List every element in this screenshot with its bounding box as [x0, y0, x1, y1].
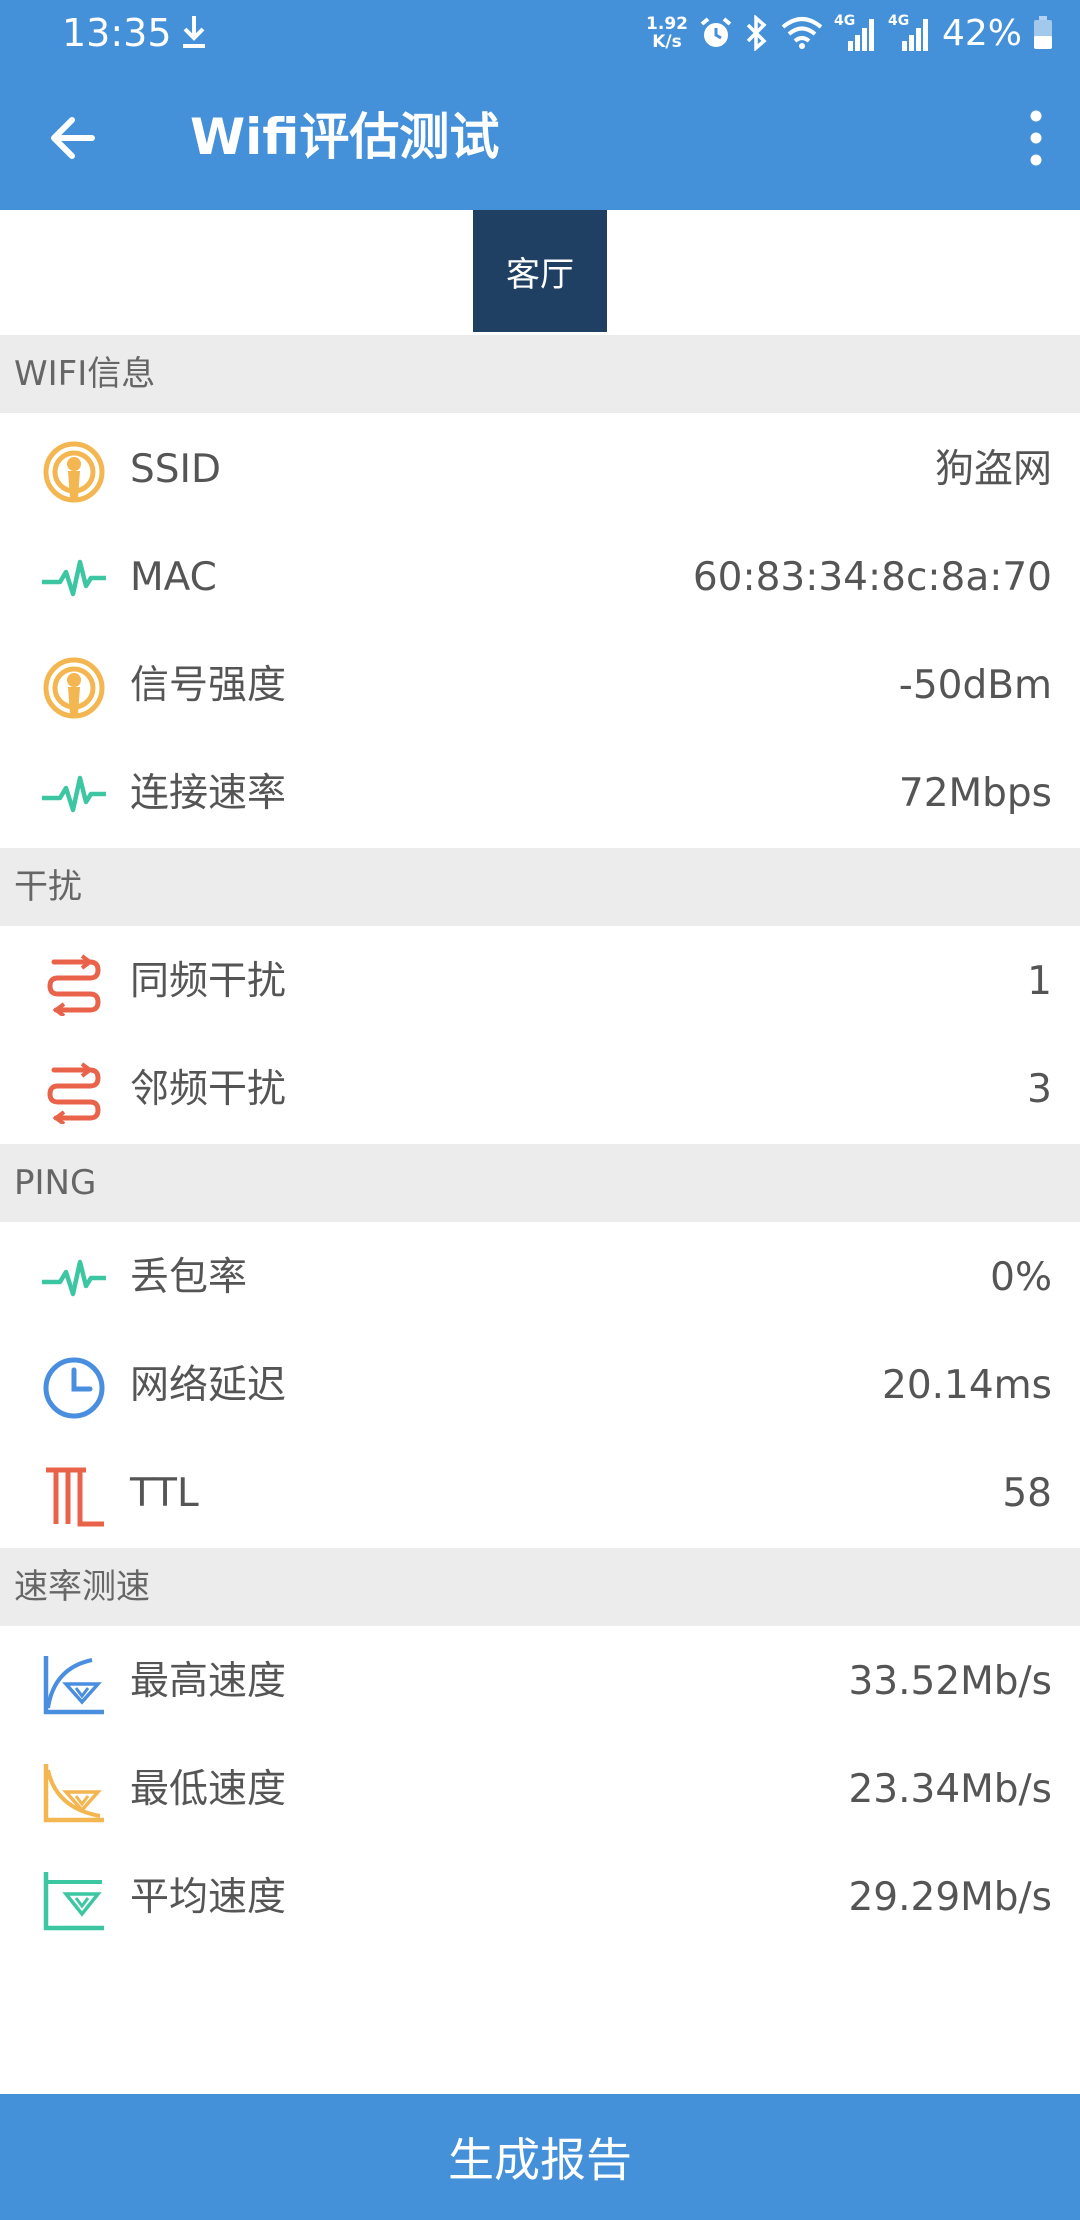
pulse-icon	[42, 1259, 106, 1297]
row-label: 信号强度	[130, 663, 287, 708]
clock-icon	[43, 1357, 105, 1419]
section-header-ping: PING	[0, 1144, 1080, 1222]
wifi-icon	[781, 17, 823, 49]
app-bar: Wifi评估测试	[0, 66, 1080, 210]
info-row-packet-loss: 丢包率 0%	[0, 1224, 1080, 1332]
info-row-signal-strength: 信号强度 -50dBm	[0, 632, 1080, 740]
battery-icon	[1034, 16, 1052, 49]
interference-icon	[47, 954, 101, 1016]
info-row-latency: 网络延迟 20.14ms	[0, 1332, 1080, 1440]
section-title: 速率测速	[14, 1567, 150, 1607]
battery-percent: 42%	[941, 12, 1022, 54]
row-label: TTL	[130, 1471, 199, 1516]
row-value: 29.29Mb/s	[848, 1875, 1052, 1920]
status-time: 13:35	[62, 11, 172, 55]
section-title: WIFI信息	[14, 354, 156, 394]
row-value: 72Mbps	[898, 771, 1052, 816]
page-title: Wifi评估测试	[190, 108, 500, 166]
row-label: 平均速度	[130, 1875, 287, 1920]
row-value: 1	[1027, 959, 1052, 1004]
more-options-icon[interactable]	[1016, 106, 1056, 170]
info-row-adjacent-channel: 邻频干扰 3	[0, 1036, 1080, 1144]
info-row-min-speed: 最低速度 23.34Mb/s	[0, 1736, 1080, 1844]
download-icon	[183, 16, 205, 48]
row-label: 邻频干扰	[130, 1067, 287, 1112]
section-title: PING	[14, 1163, 97, 1203]
back-arrow-icon[interactable]	[44, 110, 104, 166]
row-value: 狗盗网	[934, 447, 1052, 492]
generate-report-button[interactable]: 生成报告	[0, 2094, 1080, 2220]
info-row-link-speed: 连接速率 72Mbps	[0, 740, 1080, 848]
row-value: -50dBm	[898, 663, 1052, 708]
row-label: 最低速度	[130, 1767, 287, 1812]
section-header-speed: 速率测速	[0, 1548, 1080, 1626]
network-speed: 1.92 K/s	[646, 15, 688, 51]
row-label: SSID	[130, 447, 222, 492]
info-row-mac: MAC 60:83:34:8c:8a:70	[0, 524, 1080, 632]
row-label: MAC	[130, 555, 217, 600]
row-label: 最高速度	[130, 1659, 287, 1704]
network-speed-unit: K/s	[652, 32, 682, 52]
section-header-wifi: WIFI信息	[0, 335, 1080, 413]
status-icons: 1.92 K/s 4G 4G 42%	[646, 8, 1054, 58]
row-value: 58	[1002, 1471, 1052, 1516]
speed-max-icon	[43, 1656, 104, 1715]
row-label: 网络延迟	[130, 1363, 287, 1408]
row-value: 20.14ms	[882, 1363, 1052, 1408]
ttl-icon	[46, 1467, 104, 1527]
row-value: 0%	[990, 1255, 1052, 1300]
speed-min-icon	[43, 1764, 104, 1823]
network-speed-value: 1.92	[646, 14, 688, 34]
row-value: 3	[1027, 1067, 1052, 1112]
broadcast-icon	[43, 657, 105, 719]
tab-living-room[interactable]: 客厅	[473, 210, 607, 332]
bluetooth-icon	[746, 15, 767, 51]
row-value: 60:83:34:8c:8a:70	[692, 555, 1052, 600]
row-label: 连接速率	[130, 771, 287, 816]
interference-icon	[47, 1062, 101, 1124]
room-tabs: 客厅	[0, 210, 1080, 334]
pulse-icon	[42, 559, 106, 597]
signal-1: 4G	[834, 13, 878, 53]
row-value: 23.34Mb/s	[848, 1767, 1052, 1812]
info-row-avg-speed: 平均速度 29.29Mb/s	[0, 1844, 1080, 1952]
info-row-max-speed: 最高速度 33.52Mb/s	[0, 1628, 1080, 1736]
alarm-icon	[700, 17, 732, 47]
info-row-co-channel: 同频干扰 1	[0, 928, 1080, 1036]
row-label: 丢包率	[130, 1255, 248, 1300]
status-bar: 13:35 1.92 K/s 4G 4G 42%	[0, 0, 1080, 66]
row-value: 33.52Mb/s	[848, 1659, 1052, 1704]
row-label: 同频干扰	[130, 959, 287, 1004]
broadcast-icon	[43, 441, 105, 503]
network-type-1: 4G	[833, 13, 856, 29]
section-title: 干扰	[14, 867, 82, 907]
info-row-ssid: SSID 狗盗网	[0, 416, 1080, 524]
speed-avg-icon	[43, 1872, 104, 1931]
info-row-ttl: TTL 58	[0, 1440, 1080, 1548]
pulse-icon	[42, 775, 106, 813]
section-header-interference: 干扰	[0, 848, 1080, 926]
signal-2: 4G	[888, 13, 932, 53]
network-type-2: 4G	[887, 13, 910, 29]
